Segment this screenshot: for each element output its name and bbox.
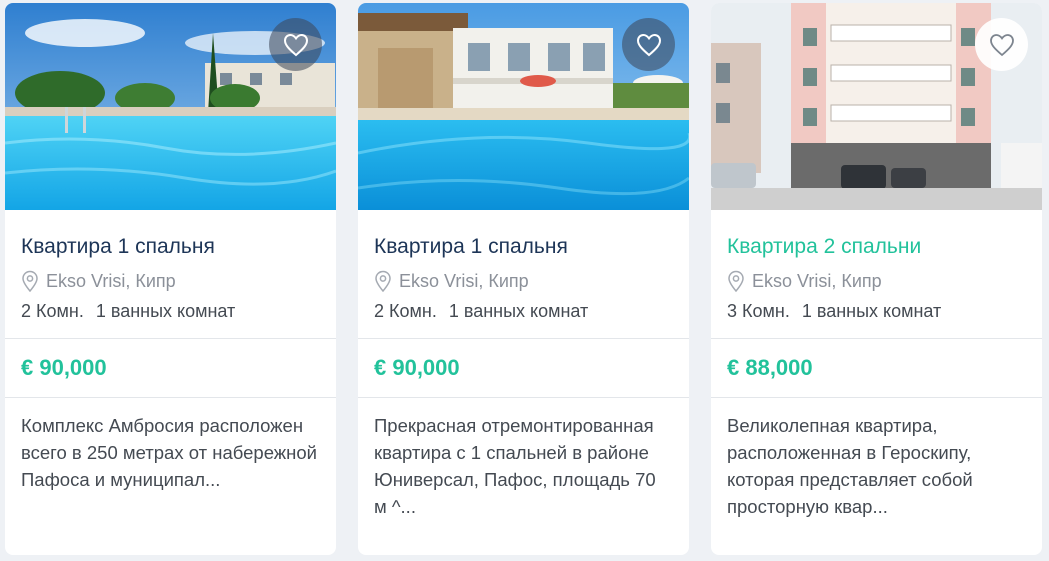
listing-photo[interactable] <box>711 3 1042 210</box>
listing-location: Ekso Vrisi, Кипр <box>21 270 320 292</box>
listing-price: € 90,000 <box>21 355 107 380</box>
favorite-button[interactable] <box>975 18 1028 71</box>
baths-count: 1 ванных комнат <box>801 301 942 321</box>
rooms-count: 2 Комн. <box>374 301 437 321</box>
favorite-button[interactable] <box>269 18 322 71</box>
rooms-count: 3 Комн. <box>727 301 790 321</box>
listing-specs: 2 Комн. 1 ванных комнат <box>374 301 673 323</box>
listing-photo[interactable] <box>5 3 336 210</box>
location-text: Ekso Vrisi, Кипр <box>752 270 882 291</box>
divider <box>358 397 689 398</box>
listing-title[interactable]: Квартира 1 спальня <box>374 234 673 260</box>
divider <box>5 397 336 398</box>
listing-card-3[interactable]: Квартира 2 спальни Ekso Vrisi, Кипр 3 Ко… <box>711 3 1042 555</box>
listing-card-2[interactable]: Квартира 1 спальня Ekso Vrisi, Кипр 2 Ко… <box>358 3 689 555</box>
listing-title[interactable]: Квартира 1 спальня <box>21 234 320 260</box>
listing-description: Комплекс Амбросия расположен всего в 250… <box>21 415 317 490</box>
heart-icon <box>989 33 1014 56</box>
listing-title[interactable]: Квартира 2 спальни <box>727 234 1026 260</box>
listing-price: € 88,000 <box>727 355 813 380</box>
baths-count: 1 ванных комнат <box>95 301 236 321</box>
listing-location: Ekso Vrisi, Кипр <box>727 270 1026 292</box>
location-text: Ekso Vrisi, Кипр <box>399 270 529 291</box>
heart-icon <box>636 33 661 56</box>
listing-price: € 90,000 <box>374 355 460 380</box>
location-pin-icon <box>728 270 744 292</box>
divider <box>711 397 1042 398</box>
listing-location: Ekso Vrisi, Кипр <box>374 270 673 292</box>
listing-description: Прекрасная отремонтированная квартира с … <box>374 415 656 517</box>
location-pin-icon <box>22 270 38 292</box>
favorite-button[interactable] <box>622 18 675 71</box>
listing-description: Великолепная квартира, расположенная в Г… <box>727 415 973 517</box>
location-text: Ekso Vrisi, Кипр <box>46 270 176 291</box>
listing-specs: 2 Комн. 1 ванных комнат <box>21 301 320 323</box>
listing-specs: 3 Комн. 1 ванных комнат <box>727 301 1026 323</box>
listing-card-1[interactable]: Квартира 1 спальня Ekso Vrisi, Кипр 2 Ко… <box>5 3 336 555</box>
location-pin-icon <box>375 270 391 292</box>
rooms-count: 2 Комн. <box>21 301 84 321</box>
listing-photo[interactable] <box>358 3 689 210</box>
heart-icon <box>283 33 308 56</box>
baths-count: 1 ванных комнат <box>448 301 589 321</box>
